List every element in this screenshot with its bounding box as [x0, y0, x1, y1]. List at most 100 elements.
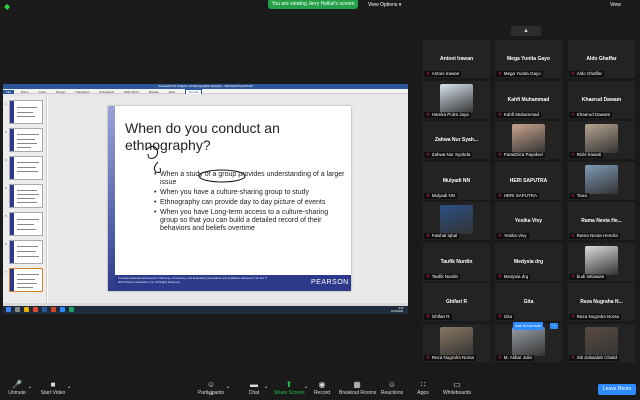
participant-video [585, 326, 618, 356]
participant-tile[interactable]: ✕ Tiara [568, 161, 635, 200]
reactions-button[interactable]: ☺ Reactions [380, 380, 404, 397]
participants-button[interactable]: ☺55 Participants [196, 380, 226, 397]
slide-thumbnail[interactable]: 6 [5, 240, 43, 264]
share-screen-label: Share Screen [274, 390, 305, 396]
breakout-rooms-icon: ▦ [353, 380, 361, 389]
participant-name-label: ✕ budi setiawan [569, 273, 607, 280]
participant-tile[interactable]: Antoni Irawan ✕ Antoni Irawan [423, 40, 490, 78]
participant-tile[interactable]: Aldo Ghaffar ✕ Aldo Ghaffar [568, 40, 635, 78]
participant-tile[interactable]: ✕ Reza Nugraha Norsa [423, 323, 490, 362]
participant-name-label: ✕ Rizki Irawati [569, 152, 604, 158]
participant-tile[interactable]: ✕ Rizki Irawati [568, 121, 635, 159]
participant-name: Taufik Nurdin [431, 273, 459, 279]
participant-name: budi setiawan [576, 273, 605, 279]
participant-name: Mulyadi NN [431, 192, 456, 198]
slide-thumbnail[interactable]: 4 [5, 184, 43, 208]
chat-button[interactable]: ▬ Chat [244, 380, 264, 397]
browser-icon[interactable] [33, 307, 38, 312]
participant-name: Antoni Irawan [431, 71, 460, 76]
participant-tile[interactable]: Gita ✕ Gita [495, 283, 562, 321]
powerpoint-icon[interactable] [51, 307, 56, 312]
windows-start-icon[interactable] [6, 307, 11, 312]
participant-name: Aldo Ghaffar [576, 71, 602, 76]
participant-name: HERI SAPUTRA [503, 192, 538, 198]
word-icon[interactable] [42, 307, 47, 312]
participant-tile[interactable]: HERI SAPUTRA ✕ HERI SAPUTRA [495, 161, 562, 200]
view-button[interactable]: View [610, 2, 621, 8]
share-options-chevron-icon[interactable]: ▴ [305, 384, 307, 389]
whiteboard-icon: ▭ [453, 380, 461, 389]
slide-bullet: Ethnography can provide day to day pictu… [154, 199, 346, 207]
gallery-scroll-up-button[interactable]: ▲ [511, 26, 541, 36]
participant-tile[interactable]: Mulyadi NN ✕ Mulyadi NN [423, 161, 490, 200]
start-video-button[interactable]: ■ Start Video [38, 380, 68, 397]
participant-name: Siti Zubaidah Chalid [576, 354, 618, 360]
muted-microphone-icon: ✕ [426, 354, 430, 360]
participant-name-label: ✕ Aldo Ghaffar [569, 71, 604, 77]
participant-tile[interactable]: ✕ Faishal Iqbal [423, 202, 490, 240]
participant-tile[interactable]: Yesika Vivy ✕ Yesika Vivy [495, 202, 562, 240]
participant-name-label: ✕ Taufik Nurdin [424, 273, 461, 280]
participant-tile[interactable]: Kahfi Muhammad ✕ Kahfi Muhammad [495, 80, 562, 119]
leave-room-button[interactable]: Leave Room [598, 384, 636, 395]
breakout-rooms-label: Breakout Rooms [339, 390, 377, 396]
view-options-button[interactable]: View Options ▾ [368, 1, 401, 9]
apps-grid-icon: ∷ [420, 380, 426, 389]
slide-thumbnail[interactable]: 2 [5, 128, 43, 152]
participant-tile[interactable]: Reza Nugraha N... ✕ Reza Nugraha Norsa [568, 283, 635, 321]
tile-more-options-button[interactable]: … [550, 323, 558, 329]
audio-options-chevron-icon[interactable]: ▴ [29, 384, 31, 389]
muted-microphone-icon: ✕ [571, 273, 575, 279]
slide-thumbnail-selected[interactable]: 7 [5, 268, 43, 292]
record-label: Record [313, 390, 331, 396]
participant-tile[interactable]: ✕ Siti Zubaidah Chalid [568, 323, 635, 362]
slide-canvas: When do you conduct an ethnography? When… [48, 96, 408, 303]
participant-name: Reza Nugraha Norsa [431, 354, 475, 360]
unmute-button[interactable]: 🎤 Unmute [6, 380, 28, 397]
apps-label: Apps [417, 390, 429, 396]
excel-icon[interactable] [69, 307, 74, 312]
chat-options-chevron-icon[interactable]: ▴ [265, 384, 267, 389]
slide-thumbnail[interactable]: 3 [5, 156, 43, 180]
ask-to-unmute-tooltip[interactable]: Ask to Unmute [513, 322, 544, 330]
participant-name: Faishal Iqbal [431, 233, 458, 238]
participant-tile[interactable]: Zahwa Nur Syah... ✕ Zahwa Nur Syahda [423, 121, 490, 159]
participant-tile[interactable]: Taufik Nurdin ✕ Taufik Nurdin [423, 242, 490, 281]
participant-name-label: ✕ Yesika Vivy [496, 233, 529, 239]
slide-thumbnail[interactable]: 1 [5, 100, 43, 124]
share-screen-button[interactable]: ⬆ Share Screen [274, 380, 305, 397]
apps-button[interactable]: ∷ Apps [413, 380, 433, 397]
search-icon[interactable] [15, 307, 20, 312]
participant-name-label: ✕ Kahfi Muhammad [496, 111, 542, 118]
participant-tile[interactable]: ✕ budi setiawan [568, 242, 635, 281]
whiteboards-button[interactable]: ▭ Whiteboards [442, 380, 472, 397]
slide-accent-bar [108, 106, 115, 291]
breakout-rooms-button[interactable]: ▦ Breakout Rooms [339, 380, 377, 397]
participant-name-label: ✕ Ghifari R [424, 314, 452, 320]
record-button[interactable]: ◉ Record [312, 380, 332, 397]
participant-video [585, 245, 618, 275]
participant-video [440, 83, 473, 113]
participant-name-label: ✕ Zahwa Nur Syahda [424, 152, 473, 158]
muted-microphone-icon: ✕ [426, 152, 430, 157]
participant-gallery: Antoni Irawan ✕ Antoni Irawan Mega Yunita G… [423, 40, 635, 365]
muted-microphone-icon: ✕ [571, 192, 575, 198]
participant-tile[interactable]: Medysia drg ✕ Medysia drg [495, 242, 562, 281]
participants-options-chevron-icon[interactable]: ▴ [227, 384, 229, 389]
zoom-icon[interactable] [60, 307, 65, 312]
slide-bullet: When you have a culture-sharing group to… [154, 189, 346, 197]
participant-tile[interactable]: Ghifari R ✕ Ghifari R [423, 283, 490, 321]
participant-tile[interactable]: ✕ FarasDica Payakuri [495, 121, 562, 159]
shield-icon[interactable]: ◆ [4, 2, 12, 11]
slide-thumbnail[interactable]: 5 [5, 212, 43, 236]
participant-name: Tiara [576, 192, 587, 198]
muted-microphone-icon: ✕ [426, 192, 430, 198]
participant-tile[interactable]: Rama Nevta He... ✕ Rama Nevta Hendra [568, 202, 635, 240]
video-options-chevron-icon[interactable]: ▴ [68, 384, 70, 389]
participant-tile[interactable]: Mega Yunita Gayo ✕ Mega Yunita Gayo [495, 40, 562, 78]
file-explorer-icon[interactable] [24, 307, 29, 312]
participant-tile[interactable]: Khaerud Dawam ✕ Khaerud Dawam [568, 80, 635, 119]
participant-tile[interactable]: ✕ Hamka Putra Jaya [423, 80, 490, 119]
unmute-label: Unmute [8, 390, 26, 396]
muted-microphone-icon: ✕ [498, 152, 502, 157]
